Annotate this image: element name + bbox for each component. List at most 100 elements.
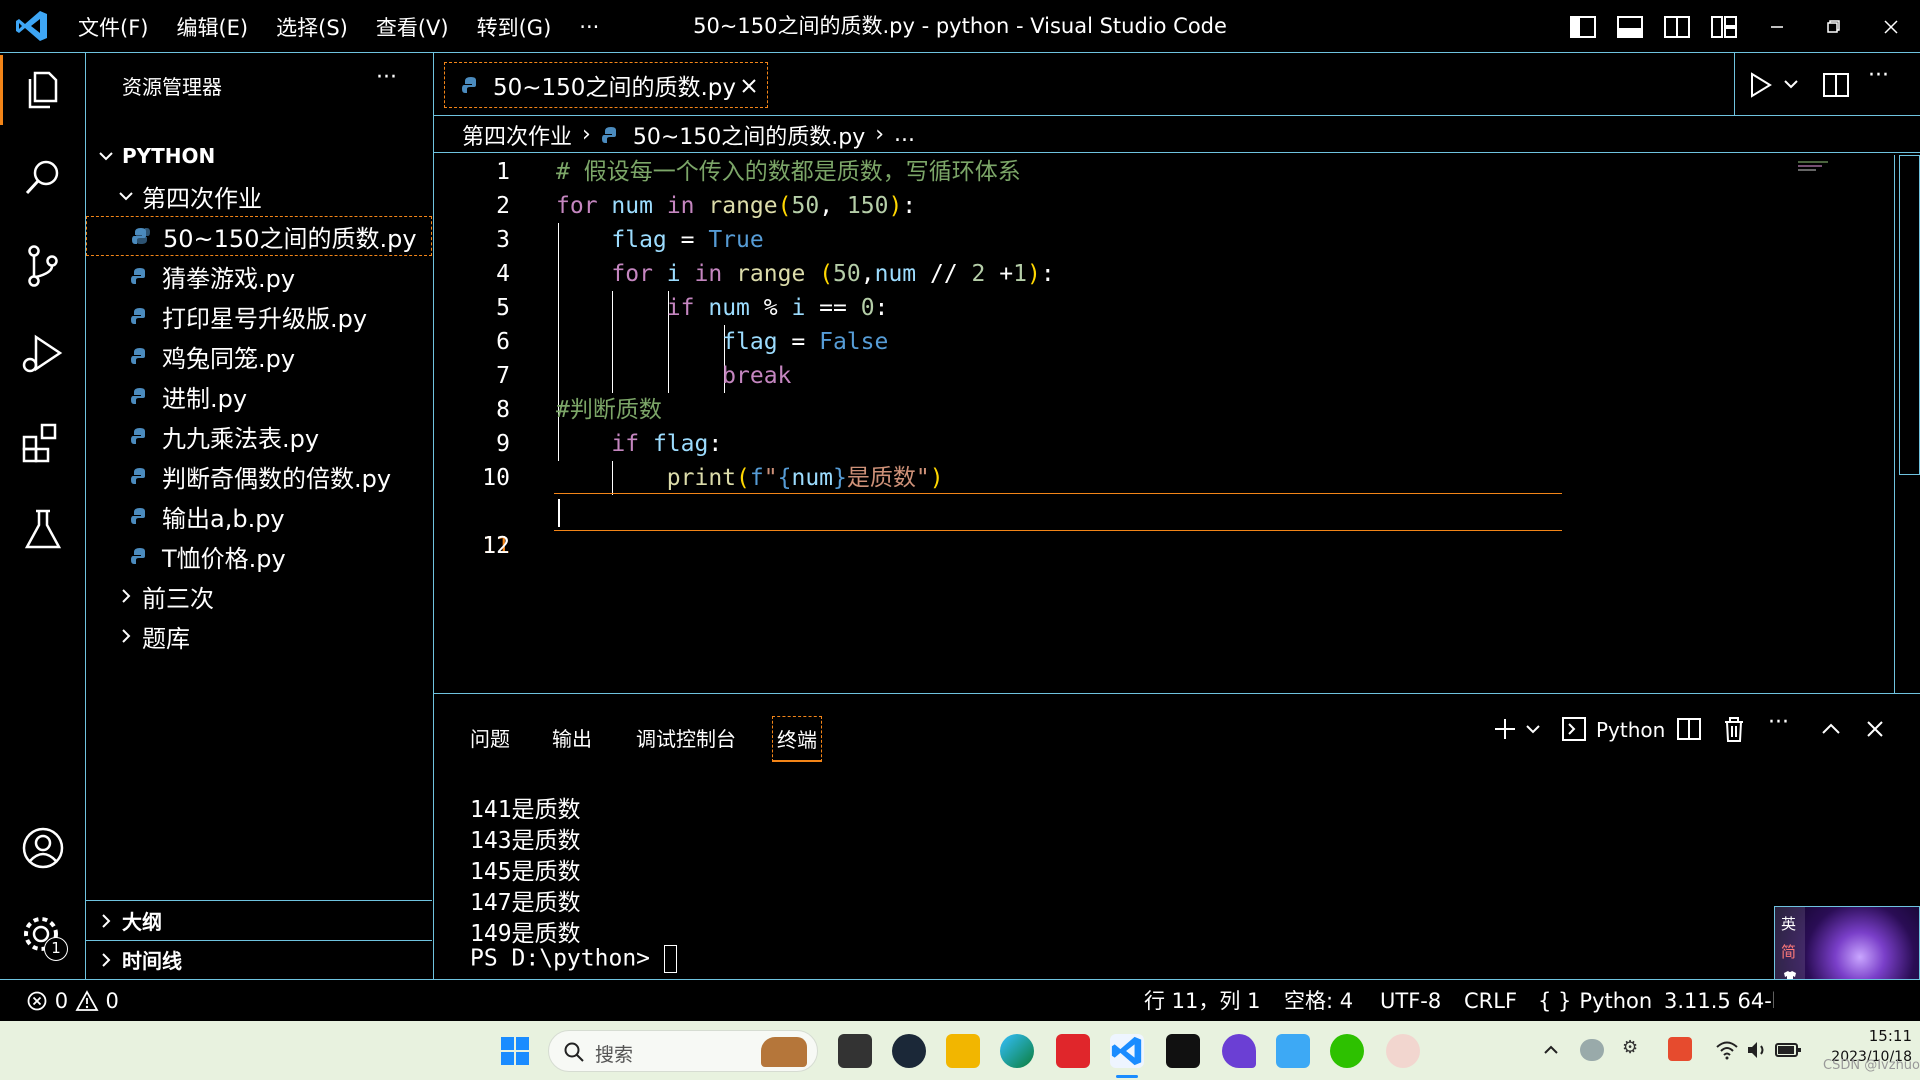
close-panel-icon[interactable] [1862, 716, 1888, 742]
chevron-up-icon[interactable] [1542, 1041, 1560, 1059]
testing-icon[interactable] [18, 505, 68, 555]
toggle-secondary-sidebar-icon[interactable] [1662, 12, 1692, 42]
editor-tab-active[interactable]: 50~150之间的质数.py [444, 62, 768, 108]
file-item[interactable]: 进制.py [86, 376, 432, 416]
ime-tray-icon[interactable]: ⚙ [1622, 1037, 1646, 1061]
file-item[interactable]: 判断奇偶数的倍数.py [86, 456, 432, 496]
warning-count: 0 [105, 989, 119, 1013]
file-item[interactable]: T恤价格.py [86, 536, 432, 576]
wechat-icon[interactable] [1330, 1034, 1364, 1068]
breadcrumb-symbol[interactable]: ... [894, 122, 915, 147]
tab-output[interactable]: 输出 [552, 716, 592, 762]
file-item[interactable]: 鸡兔同笼.py [86, 336, 432, 376]
explorer-icon[interactable] [18, 65, 68, 115]
netease-music-icon[interactable] [1056, 1034, 1090, 1068]
sidebar-more-button[interactable]: ··· [376, 65, 397, 90]
search-icon[interactable] [18, 153, 68, 203]
menu-more[interactable]: ··· [565, 15, 613, 39]
run-file-icon[interactable] [1744, 69, 1776, 101]
panel-more-button[interactable]: ··· [1768, 710, 1789, 735]
sogou-icon[interactable] [1668, 1037, 1692, 1061]
accounts-icon[interactable] [18, 823, 68, 873]
file-explorer-icon[interactable] [946, 1034, 980, 1068]
ime-lang[interactable]: 英 [1781, 913, 1796, 934]
menu-bar: 文件(F) 编辑(E) 选择(S) 查看(V) 转到(G) ··· [64, 0, 613, 53]
menu-selection[interactable]: 选择(S) [262, 12, 362, 42]
chevron-down-icon[interactable] [1782, 75, 1800, 93]
task-view-icon[interactable] [838, 1034, 872, 1068]
menu-view[interactable]: 查看(V) [362, 12, 463, 42]
menu-edit[interactable]: 编辑(E) [162, 12, 262, 42]
timeline-section[interactable]: 时间线 [86, 940, 432, 978]
folder-item[interactable]: 前三次 [86, 576, 432, 616]
toggle-sidebar-icon[interactable] [1568, 12, 1598, 42]
obsidian-icon[interactable] [1222, 1034, 1256, 1068]
code-editor[interactable]: 1 # 假设每一个传入的数都是质数，写循环体系 2 for num in range… [434, 155, 1894, 685]
split-editor-icon[interactable] [1820, 69, 1852, 101]
cursor-position[interactable]: 行 11，列 1 [1144, 980, 1260, 1022]
clock-time[interactable]: 15:11 [1822, 1027, 1912, 1045]
restore-icon[interactable] [1818, 12, 1848, 42]
tab-problems[interactable]: 问题 [470, 716, 510, 762]
code-line: 5 if num % i == 0: [434, 291, 1920, 325]
taskbar-search[interactable]: 搜索 [548, 1030, 818, 1072]
menu-go[interactable]: 转到(G) [463, 12, 566, 42]
tiktok-icon[interactable] [1166, 1034, 1200, 1068]
chevron-down-icon[interactable] [1524, 720, 1542, 738]
problems-indicator[interactable]: 0 0 [26, 980, 119, 1022]
notepad-icon[interactable] [1276, 1034, 1310, 1068]
terminal-prompt: PS D:\python> [470, 945, 664, 972]
file-item[interactable]: 打印星号升级版.py [86, 296, 432, 336]
line-ending[interactable]: CRLF [1464, 980, 1517, 1022]
editor-scrollbar[interactable] [1894, 155, 1920, 693]
source-control-icon[interactable] [18, 241, 68, 291]
encoding[interactable]: UTF-8 [1380, 980, 1441, 1022]
new-terminal-icon[interactable] [1490, 714, 1520, 744]
close-tab-icon[interactable] [739, 76, 759, 96]
steam-icon[interactable] [892, 1034, 926, 1068]
file-item[interactable]: 九九乘法表.py [86, 416, 432, 456]
minimize-icon[interactable] [1762, 12, 1792, 42]
extensions-icon[interactable] [18, 417, 68, 467]
python-interpreter[interactable]: 3.11.5 64-bi [1664, 980, 1774, 1022]
editor-more-button[interactable]: ··· [1868, 63, 1889, 88]
wifi-icon[interactable] [1714, 1037, 1740, 1063]
language-mode[interactable]: { } Python [1538, 980, 1652, 1022]
breadcrumb-folder[interactable]: 第四次作业 [462, 119, 572, 151]
onedrive-icon[interactable] [1580, 1039, 1604, 1061]
indentation[interactable]: 空格: 4 [1284, 980, 1353, 1022]
tab-terminal[interactable]: 终端 [772, 716, 822, 762]
run-debug-icon[interactable] [18, 329, 68, 379]
windows-start-icon[interactable] [498, 1034, 532, 1068]
minimap[interactable] [1798, 159, 1840, 179]
file-item-active[interactable]: 50~150之间的质数.py [86, 216, 432, 256]
vscode-logo-icon[interactable] [14, 8, 50, 44]
line-number: 8 [496, 397, 510, 423]
ime-mode[interactable]: 简 [1781, 941, 1796, 962]
file-item[interactable]: 猜拳游戏.py [86, 256, 432, 296]
scrollbar-thumb[interactable] [1899, 155, 1920, 475]
menu-file[interactable]: 文件(F) [64, 12, 162, 42]
outline-section[interactable]: 大纲 [86, 900, 432, 940]
edge-icon[interactable] [1000, 1034, 1034, 1068]
vscode-taskbar-icon[interactable] [1110, 1034, 1144, 1068]
volume-icon[interactable] [1744, 1037, 1770, 1063]
terminal-prompt-line[interactable]: PS D:\python> [470, 945, 677, 973]
code-text: for i in range (50,num // 2 +1): [611, 261, 1055, 287]
customize-layout-icon[interactable] [1709, 12, 1739, 42]
split-terminal-icon[interactable] [1674, 714, 1704, 744]
avatar-app-icon[interactable] [1386, 1034, 1420, 1068]
file-item[interactable]: 输出a,b.py [86, 496, 432, 536]
folder-week4[interactable]: 第四次作业 [86, 176, 432, 216]
toggle-panel-icon[interactable] [1615, 12, 1645, 42]
close-window-icon[interactable] [1876, 12, 1906, 42]
maximize-panel-icon[interactable] [1818, 716, 1844, 742]
folder-item[interactable]: 题库 [86, 616, 432, 656]
breadcrumb-file[interactable]: 50~150之间的质数.py [633, 119, 865, 151]
tab-debug-console[interactable]: 调试控制台 [636, 716, 736, 762]
trash-icon[interactable] [1720, 714, 1748, 744]
folder-week4-label: 第四次作业 [142, 184, 262, 213]
terminal-name[interactable]: Python [1596, 714, 1665, 746]
code-text: for num in range(50, 150): [556, 193, 917, 219]
workspace-root[interactable]: PYTHON [86, 136, 432, 176]
